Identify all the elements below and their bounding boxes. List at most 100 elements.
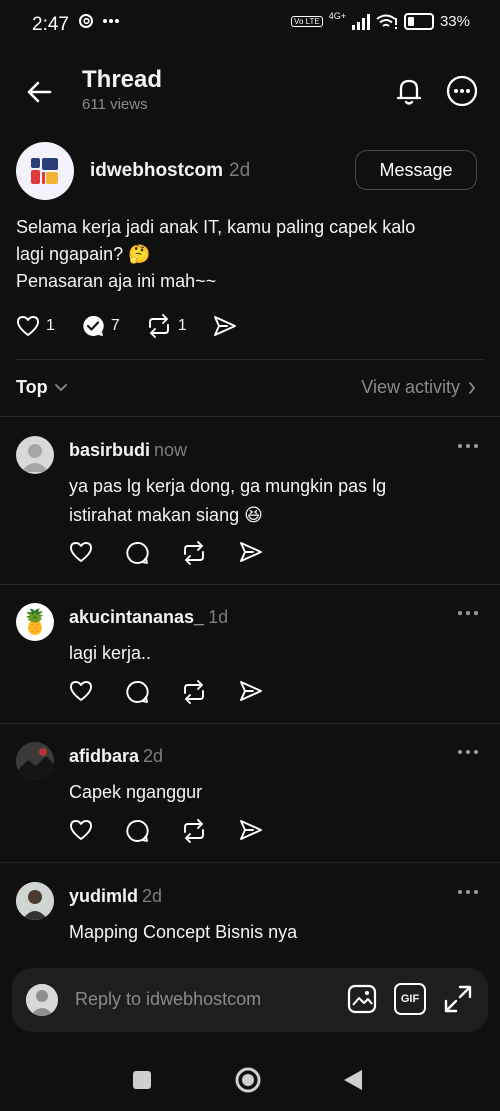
- reply-avatar[interactable]: 🍍: [16, 603, 54, 641]
- profile-photo-icon: [16, 742, 54, 780]
- post-line: Selama kerja jadi anak IT, kamu paling c…: [16, 217, 416, 237]
- repost-icon[interactable]: [181, 680, 207, 704]
- sort-label: Top: [16, 377, 48, 397]
- post-text: Selama kerja jadi anak IT, kamu paling c…: [16, 214, 476, 295]
- view-activity-link[interactable]: View activity: [361, 377, 476, 398]
- recent-apps-icon[interactable]: [132, 1070, 152, 1090]
- share-button[interactable]: [213, 315, 243, 337]
- status-bar: 2:47 Vo LTE 4G+ 33%: [0, 0, 500, 52]
- reply-button[interactable]: 7: [81, 314, 120, 338]
- reply-time: 2d: [143, 746, 164, 766]
- reply-line: lagi kerja..: [69, 643, 152, 663]
- send-icon[interactable]: [239, 541, 263, 563]
- reply-input[interactable]: Reply to idwebhostcom: [75, 989, 261, 1010]
- chevron-down-icon: [54, 383, 67, 391]
- more-icon[interactable]: [456, 748, 480, 756]
- more-icon[interactable]: [456, 888, 480, 896]
- expand-icon[interactable]: [442, 983, 474, 1015]
- reply-time: 2d: [142, 886, 163, 906]
- reply-username[interactable]: basirbudi: [69, 440, 150, 460]
- reply-username[interactable]: yudimld: [69, 886, 138, 906]
- status-left-icons: [78, 13, 120, 29]
- status-right: Vo LTE 4G+ 33%: [291, 10, 470, 30]
- more-icon[interactable]: [456, 442, 480, 450]
- comment-check-icon: [83, 315, 104, 336]
- sort-dropdown[interactable]: Top: [16, 377, 68, 398]
- heart-icon[interactable]: [69, 819, 93, 841]
- comment-icon[interactable]: [125, 680, 149, 704]
- repost-count: 1: [177, 317, 187, 334]
- send-icon[interactable]: [239, 819, 263, 841]
- default-user-icon: [21, 444, 49, 472]
- battery-icon: [403, 13, 434, 30]
- back-nav-icon[interactable]: [342, 1068, 364, 1092]
- heart-icon: [17, 316, 39, 336]
- reply-avatar[interactable]: [16, 882, 54, 920]
- more-notifications-icon: [103, 19, 119, 23]
- heart-icon[interactable]: [69, 680, 93, 702]
- reply-text: ya pas lg kerja dong, ga mungkin pas lg …: [69, 472, 469, 530]
- heart-icon[interactable]: [69, 541, 93, 563]
- divider: [0, 416, 500, 417]
- reply-count: 7: [110, 317, 120, 334]
- post-time: 2d: [229, 160, 251, 181]
- image-icon[interactable]: [346, 983, 378, 1015]
- reply-time: now: [154, 440, 188, 460]
- post-line: lagi ngapain? 🤔: [16, 244, 151, 264]
- wifi-icon: [376, 14, 397, 29]
- like-count: 1: [46, 317, 55, 334]
- battery-level: 33%: [439, 13, 470, 30]
- page-title: Thread: [82, 66, 163, 93]
- back-arrow-icon[interactable]: [24, 76, 56, 108]
- pineapple-icon: 🍍: [20, 608, 50, 636]
- idwebhost-logo-icon: [31, 158, 58, 184]
- reply-text: Mapping Concept Bisnis nya: [69, 918, 469, 947]
- reply-line: ya pas lg kerja dong, ga mungkin pas lg: [69, 476, 387, 496]
- send-icon[interactable]: [239, 680, 263, 702]
- reply-text: Capek nganggur: [69, 778, 469, 807]
- signal-icon: [351, 13, 370, 30]
- default-user-icon: [26, 984, 58, 1016]
- divider: [0, 584, 500, 585]
- reply-avatar[interactable]: [16, 436, 54, 474]
- comment-icon[interactable]: [125, 819, 149, 843]
- my-avatar: [26, 984, 58, 1016]
- network-type: 4G+: [328, 10, 346, 21]
- reply-author[interactable]: afidbara 2d: [69, 746, 163, 767]
- reply-author[interactable]: yudimld 2d: [69, 886, 162, 907]
- reply-time: 1d: [208, 607, 229, 627]
- post-line: Penasaran aja ini mah~~: [16, 271, 217, 291]
- gif-label: GIF: [400, 993, 420, 1005]
- repost-icon[interactable]: [181, 541, 207, 565]
- more-options-icon[interactable]: [445, 74, 479, 108]
- view-count: 611 views: [82, 96, 148, 113]
- reply-actions: [69, 680, 263, 704]
- reply-author[interactable]: basirbudi now: [69, 440, 187, 461]
- reply-avatar[interactable]: [16, 742, 54, 780]
- comment-icon[interactable]: [125, 541, 149, 565]
- more-icon[interactable]: [456, 609, 480, 617]
- post-actions: 1 7 1: [16, 314, 269, 338]
- divider: [16, 359, 484, 360]
- bell-icon[interactable]: [392, 74, 426, 108]
- author-avatar[interactable]: [16, 142, 74, 200]
- reply-composer[interactable]: Reply to idwebhostcom GIF: [12, 968, 488, 1032]
- like-button[interactable]: 1: [16, 315, 55, 337]
- status-time: 2:47: [32, 14, 69, 35]
- home-icon[interactable]: [234, 1066, 262, 1094]
- gif-button[interactable]: GIF: [394, 983, 426, 1015]
- divider: [0, 723, 500, 724]
- post-author[interactable]: idwebhostcom 2d: [90, 160, 250, 182]
- reply-username[interactable]: afidbara: [69, 746, 139, 766]
- send-icon: [213, 316, 236, 336]
- author-name[interactable]: idwebhostcom: [90, 160, 223, 181]
- divider: [0, 862, 500, 863]
- repost-icon: [148, 314, 169, 338]
- reply-author[interactable]: akucintananas_ 1d: [69, 607, 228, 628]
- reply-username[interactable]: akucintananas_: [69, 607, 204, 627]
- repost-button[interactable]: 1: [146, 314, 187, 338]
- threads-icon: [79, 14, 93, 28]
- repost-icon[interactable]: [181, 819, 207, 843]
- view-activity-label: View activity: [361, 377, 460, 397]
- message-button[interactable]: Message: [355, 150, 477, 190]
